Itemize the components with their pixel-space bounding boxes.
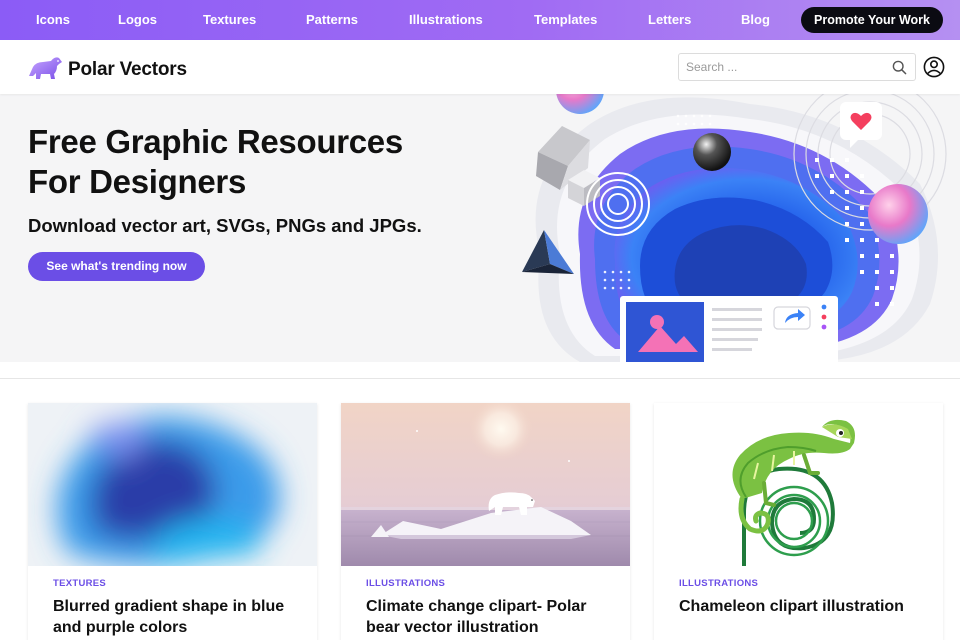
card-title[interactable]: Climate change clipart- Polar bear vecto… — [366, 596, 611, 638]
resource-card[interactable]: TEXTURES Blurred gradient shape in blue … — [28, 403, 317, 640]
search-box — [678, 53, 916, 81]
hero-illustration — [522, 94, 947, 362]
section-divider — [0, 378, 960, 379]
resource-card[interactable]: ILLUSTRATIONS Chameleon clipart illustra… — [654, 403, 943, 640]
trending-button[interactable]: See what's trending now — [28, 252, 205, 281]
hero-subtitle: Download vector art, SVGs, PNGs and JPGs… — [28, 215, 422, 236]
card-thumbnail-blurred-gradient[interactable] — [28, 403, 317, 566]
site-logo[interactable]: Polar Vectors — [27, 54, 187, 85]
nav-item-patterns[interactable]: Patterns — [306, 0, 358, 40]
promote-your-work-button[interactable]: Promote Your Work — [801, 7, 943, 33]
search-icon[interactable] — [892, 60, 907, 80]
nav-item-letters[interactable]: Letters — [648, 0, 691, 40]
card-category[interactable]: ILLUSTRATIONS — [366, 578, 445, 589]
user-account-icon[interactable] — [923, 56, 945, 83]
site-header: Polar Vectors — [0, 40, 960, 94]
nav-item-textures[interactable]: Textures — [203, 0, 256, 40]
resource-card[interactable]: ILLUSTRATIONS Climate change clipart- Po… — [341, 403, 630, 640]
card-title[interactable]: Blurred gradient shape in blue and purpl… — [53, 596, 298, 638]
card-category[interactable]: ILLUSTRATIONS — [679, 578, 758, 589]
hero-title: Free Graphic Resources For Designers — [28, 123, 403, 200]
search-input[interactable] — [679, 54, 879, 80]
nav-item-blog[interactable]: Blog — [741, 0, 770, 40]
hero-section: Free Graphic Resources For Designers Dow… — [0, 94, 960, 362]
nav-item-templates[interactable]: Templates — [534, 0, 597, 40]
card-thumbnail-polar-bear[interactable] — [341, 403, 630, 566]
card-title[interactable]: Chameleon clipart illustration — [679, 596, 924, 617]
logo-text: Polar Vectors — [68, 58, 187, 80]
nav-item-icons[interactable]: Icons — [36, 0, 70, 40]
card-category[interactable]: TEXTURES — [53, 578, 106, 589]
top-nav: Icons Logos Textures Patterns Illustrati… — [0, 0, 960, 40]
nav-item-illustrations[interactable]: Illustrations — [409, 0, 483, 40]
card-thumbnail-chameleon[interactable] — [654, 403, 943, 566]
polar-bear-icon — [27, 54, 63, 85]
nav-item-logos[interactable]: Logos — [118, 0, 157, 40]
